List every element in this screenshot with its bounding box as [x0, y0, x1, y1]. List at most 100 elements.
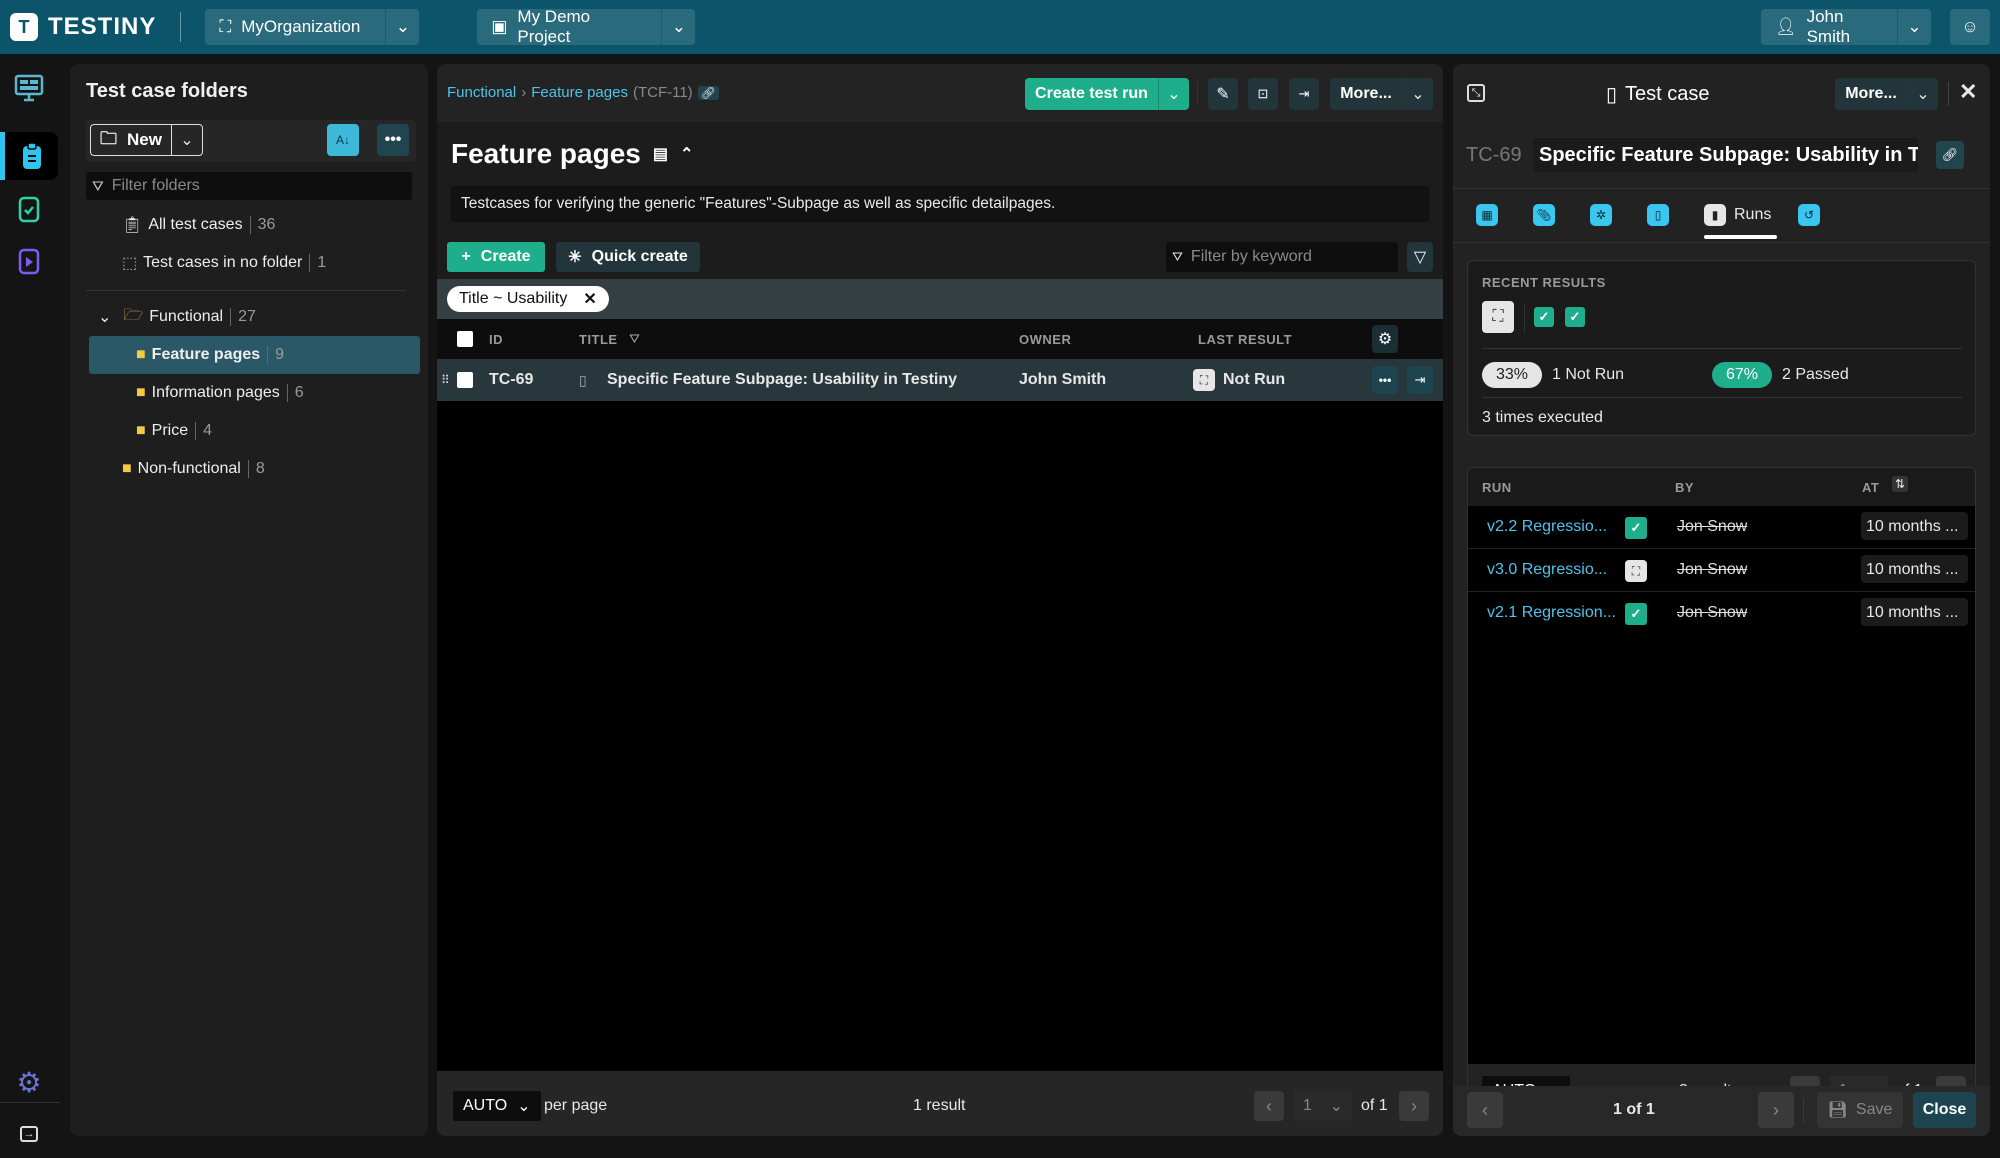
- run-name[interactable]: v2.1 Regression...: [1487, 604, 1616, 622]
- folder-feature-pages[interactable]: ■ Feature pages 9: [89, 336, 420, 374]
- chevron-down-icon[interactable]: ⌄: [661, 9, 695, 45]
- title-filter-icon[interactable]: ⛛: [629, 331, 640, 347]
- folder-all-test-cases[interactable]: 📋︎ All test cases 36: [70, 206, 428, 244]
- run-row[interactable]: v3.0 Regressio... ⛶ Jon Snow 10 months .…: [1468, 549, 1975, 592]
- close-button[interactable]: Close: [1913, 1092, 1976, 1128]
- feedback-button[interactable]: ☺: [1950, 9, 1990, 45]
- tab-details-icon[interactable]: ▦: [1476, 204, 1498, 226]
- folder-functional[interactable]: ⌄ 🗁︎ Functional 27: [70, 298, 428, 336]
- column-title[interactable]: TITLE: [579, 332, 618, 347]
- filter-button[interactable]: ▽: [1407, 242, 1433, 272]
- column-by[interactable]: BY: [1675, 480, 1694, 495]
- filter-chip[interactable]: Title ~ Usability ✕: [447, 286, 609, 312]
- test-plans-icon[interactable]: [0, 236, 58, 284]
- chevron-up-icon[interactable]: ⌃: [680, 144, 693, 164]
- user-menu[interactable]: 👤︎ John Smith ⌄: [1761, 7, 1931, 46]
- row-more-icon[interactable]: •••: [1372, 366, 1398, 394]
- page-select[interactable]: 1⌄: [1294, 1091, 1352, 1121]
- filter-keyword-input[interactable]: ⛛ Filter by keyword: [1166, 242, 1398, 272]
- create-label: Create: [480, 248, 531, 265]
- copy-link-icon[interactable]: 🔗︎: [697, 85, 719, 100]
- test-runs-icon[interactable]: [0, 184, 58, 232]
- chevron-down-icon[interactable]: ⌄: [1908, 78, 1938, 110]
- folder-information-pages[interactable]: ■ Information pages 6: [70, 374, 428, 412]
- collapse-sidebar-icon[interactable]: →: [0, 1110, 58, 1158]
- select-all-checkbox[interactable]: [457, 331, 473, 347]
- quick-create-button[interactable]: ✳ Quick create: [556, 242, 700, 272]
- run-name[interactable]: v3.0 Regressio...: [1487, 561, 1607, 579]
- not-run-result-icon[interactable]: ⛶: [1482, 301, 1514, 333]
- copy-link-icon[interactable]: 🔗︎: [1936, 141, 1964, 169]
- create-test-run-button[interactable]: Create test run ⌄: [1025, 78, 1189, 110]
- per-page-select[interactable]: AUTO ⌄: [453, 1091, 541, 1121]
- run-row[interactable]: v2.2 Regressio... ✓ Jon Snow 10 months .…: [1468, 506, 1975, 549]
- row-checkbox[interactable]: [457, 372, 473, 388]
- description-icon[interactable]: ▤: [653, 144, 668, 164]
- passed-result-icon[interactable]: ✓: [1534, 307, 1554, 327]
- passed-result-icon[interactable]: ✓: [1565, 307, 1585, 327]
- project-select[interactable]: ▣ My Demo Project ⌄: [477, 7, 696, 46]
- ellipsis-icon: •••: [384, 131, 402, 148]
- column-settings-icon[interactable]: ⚙: [1372, 325, 1398, 353]
- chevron-down-icon[interactable]: ⌄: [1159, 78, 1189, 110]
- prev-page-button[interactable]: ‹: [1254, 1091, 1284, 1121]
- column-id[interactable]: ID: [489, 332, 503, 347]
- main-footer: AUTO ⌄ per page 1 result ‹ 1 ⌄ of 1 ›: [437, 1071, 1443, 1136]
- table-row[interactable]: ⠿ TC-69 ▯ Specific Feature Subpage: Usab…: [437, 359, 1443, 401]
- folder-label: All test cases: [148, 216, 243, 233]
- folders-more-button[interactable]: •••: [377, 124, 409, 156]
- column-last-result[interactable]: LAST RESULT: [1198, 332, 1292, 347]
- logo[interactable]: T TESTINY: [10, 13, 156, 41]
- filter-folders-input[interactable]: ⛛ Filter folders: [86, 172, 412, 200]
- import-button[interactable]: ⇥: [1289, 78, 1319, 110]
- edit-button[interactable]: ✎: [1208, 78, 1238, 110]
- breadcrumb-functional[interactable]: Functional: [447, 84, 516, 101]
- folder-no-folder[interactable]: ⬚ Test cases in no folder 1: [70, 244, 428, 282]
- column-at[interactable]: AT: [1862, 480, 1879, 495]
- expand-icon[interactable]: ⤡: [1467, 84, 1485, 102]
- logo-text: TESTINY: [48, 13, 157, 40]
- tc-title-input[interactable]: Specific Feature Subpage: Usability in T…: [1533, 138, 1918, 172]
- filter-icon: ⛛: [92, 177, 104, 194]
- tab-requirements-icon[interactable]: ▯: [1647, 204, 1669, 226]
- tab-defects-icon[interactable]: ✲: [1590, 204, 1612, 226]
- archive-button[interactable]: ⊡: [1248, 78, 1278, 110]
- organization-select[interactable]: ⛶ MyOrganization ⌄: [205, 9, 420, 45]
- chevron-down-icon[interactable]: ⌄: [1897, 9, 1931, 45]
- row-title[interactable]: Specific Feature Subpage: Usability in T…: [607, 371, 957, 389]
- run-row[interactable]: v2.1 Regression... ✓ Jon Snow 10 months …: [1468, 592, 1975, 635]
- detail-more-button[interactable]: More... ⌄: [1835, 78, 1938, 110]
- next-page-button[interactable]: ›: [1399, 1091, 1429, 1121]
- description-textarea[interactable]: Testcases for verifying the generic "Fea…: [451, 186, 1429, 222]
- column-owner[interactable]: OWNER: [1019, 332, 1071, 347]
- chevron-down-icon[interactable]: ⌄: [172, 125, 202, 155]
- chevron-down-icon[interactable]: ⌄: [98, 307, 111, 327]
- close-icon[interactable]: ✕: [583, 289, 596, 309]
- more-button[interactable]: More... ⌄: [1330, 78, 1433, 110]
- open-detail-icon[interactable]: ⇥: [1407, 366, 1433, 394]
- create-button[interactable]: + Create: [447, 242, 545, 272]
- settings-icon[interactable]: ⚙: [0, 1058, 58, 1106]
- chevron-down-icon[interactable]: ⌄: [385, 9, 419, 45]
- breadcrumb-feature-pages[interactable]: Feature pages: [531, 84, 628, 101]
- dashboard-icon[interactable]: [0, 64, 58, 112]
- folder-non-functional[interactable]: ■ Non-functional 8: [70, 450, 428, 488]
- new-folder-button[interactable]: 🗀︎ New ⌄: [90, 124, 203, 156]
- next-test-case-button[interactable]: ›: [1758, 1092, 1794, 1128]
- close-icon[interactable]: ✕: [1959, 79, 1977, 105]
- folder-price[interactable]: ■ Price 4: [70, 412, 428, 450]
- main-header: Functional › Feature pages (TCF-11) 🔗︎ C…: [437, 64, 1443, 122]
- tab-attachments-icon[interactable]: 📎︎: [1533, 204, 1555, 226]
- sort-az-button[interactable]: A↓: [327, 124, 359, 156]
- tab-runs[interactable]: ▮ Runs: [1704, 204, 1771, 226]
- column-run[interactable]: RUN: [1482, 480, 1512, 495]
- breadcrumb: Functional › Feature pages (TCF-11) 🔗︎: [447, 84, 719, 101]
- prev-test-case-button[interactable]: ‹: [1467, 1092, 1503, 1128]
- chevron-down-icon[interactable]: ⌄: [1403, 78, 1433, 110]
- test-cases-icon[interactable]: [0, 132, 58, 180]
- tab-history-icon[interactable]: ↺: [1798, 204, 1820, 226]
- sort-icon[interactable]: ⇅: [1892, 476, 1909, 492]
- run-name[interactable]: v2.2 Regressio...: [1487, 518, 1607, 536]
- drag-handle-icon[interactable]: ⠿: [441, 373, 450, 387]
- save-button[interactable]: 💾︎ Save: [1817, 1092, 1903, 1128]
